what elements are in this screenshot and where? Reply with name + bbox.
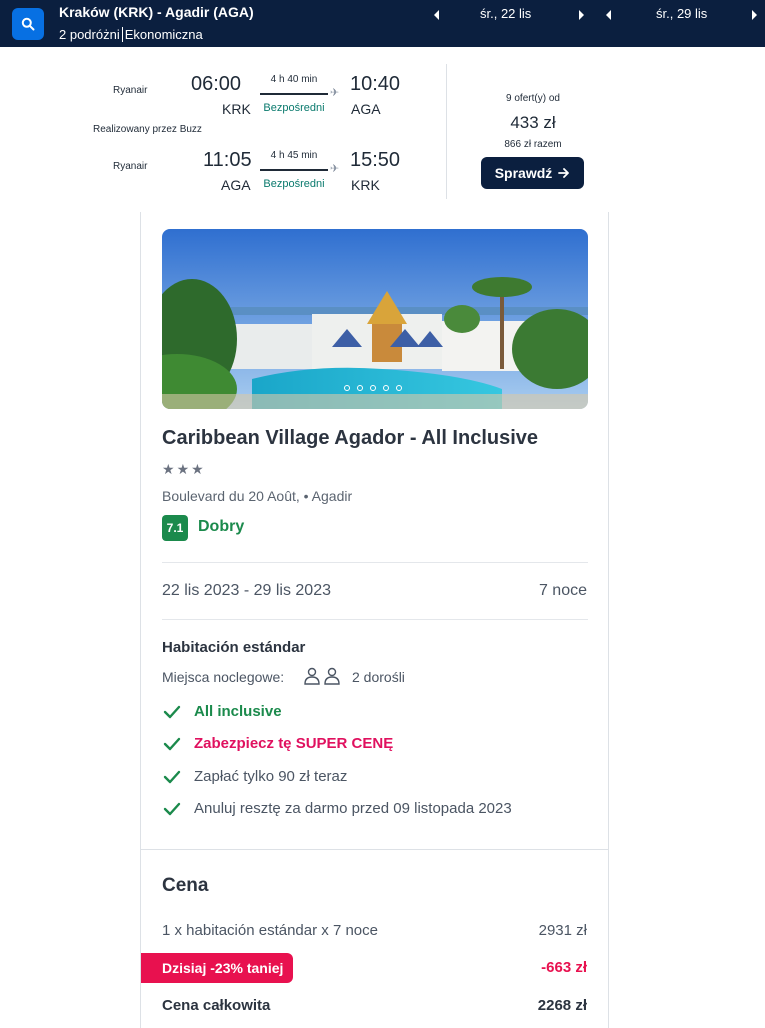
outbound-stops: Bezpośredni	[263, 102, 325, 114]
next-return-date-icon[interactable]	[749, 9, 759, 21]
feature-pay-now: Zapłać tylko 90 zł teraz	[162, 768, 347, 785]
inbound-departure-time: 11:05	[203, 149, 252, 171]
price-section-title: Cena	[162, 875, 209, 896]
stay-nights: 7 noce	[538, 582, 587, 599]
rating-badge: 7.1	[162, 515, 188, 541]
flight-total-price: 866 zł razem	[504, 139, 562, 150]
feature-label: Zapłać tylko 90 zł teraz	[194, 768, 348, 785]
price-line-value: 2931 zł	[538, 922, 587, 939]
hotel-photo-carousel[interactable]	[162, 229, 588, 409]
star-icon: ★	[162, 461, 177, 477]
inbound-stops: Bezpośredni	[263, 178, 325, 190]
carousel-dot[interactable]	[396, 385, 402, 391]
cabin-class: Ekonomiczna	[124, 27, 203, 42]
check-icon	[163, 705, 181, 718]
check-button-label: Sprawdź	[494, 165, 553, 181]
arrow-right-icon	[558, 168, 570, 178]
search-summary[interactable]: 2 podróżni Ekonomiczna	[59, 27, 203, 42]
offers-count: 9 ofert(y) od	[506, 93, 560, 104]
search-icon	[21, 17, 35, 31]
carousel-dot[interactable]	[344, 385, 350, 391]
feature-label: Anuluj resztę za darmo przed 09 listopad…	[194, 800, 512, 817]
feature-super-price: Zabezpiecz tę SUPER CENĘ	[162, 735, 393, 752]
carousel-dot[interactable]	[357, 385, 363, 391]
travellers-count: 2 podróżni	[59, 27, 120, 42]
divider	[141, 849, 608, 850]
search-button[interactable]	[12, 8, 44, 40]
total-price-value: 2268 zł	[537, 997, 587, 1014]
check-icon	[163, 737, 181, 750]
price-line-label: 1 x habitación estándar x 7 noce	[162, 922, 378, 939]
inbound-duration: 4 h 45 min	[270, 150, 318, 161]
hotel-address: Boulevard du 20 Août, • Agadir	[162, 488, 353, 504]
outbound-airline: Ryanair	[113, 85, 148, 96]
flight-result-card[interactable]: Ryanair 06:00 KRK 4 h 40 min ✈ Bezpośred…	[0, 47, 765, 212]
rating-label: Dobry	[198, 518, 245, 535]
prev-depart-date-icon[interactable]	[432, 9, 442, 21]
stay-dates: 22 lis 2023 - 29 lis 2023	[162, 582, 331, 599]
route-title[interactable]: Kraków (KRK) - Agadir (AGA)	[59, 4, 254, 20]
carousel-dots	[344, 385, 402, 391]
feature-free-cancel: Anuluj resztę za darmo przed 09 listopad…	[162, 800, 512, 817]
check-icon	[163, 802, 181, 815]
divider	[162, 562, 588, 563]
divider	[121, 27, 123, 42]
operated-by-note: Realizowany przez Buzz	[93, 124, 202, 135]
feature-label: All inclusive	[194, 703, 282, 720]
outbound-arrival-airport: AGA	[351, 101, 381, 117]
occupancy-label: Miejsca noclegowe:	[162, 669, 285, 685]
divider	[446, 64, 447, 199]
room-type: Habitación estándar	[162, 639, 306, 656]
hotel-stars: ★★★	[162, 461, 206, 478]
hotel-photo	[162, 229, 588, 409]
star-icon: ★	[176, 461, 192, 477]
plane-icon: ✈	[330, 163, 340, 175]
inbound-route-line	[260, 169, 328, 171]
occupancy-icons	[303, 667, 341, 685]
inbound-departure-airport: AGA	[221, 177, 251, 193]
carousel-dot[interactable]	[383, 385, 389, 391]
flight-price: 433 zł	[510, 113, 556, 132]
check-icon	[163, 770, 181, 783]
prev-return-date-icon[interactable]	[604, 9, 614, 21]
promo-badge: Dzisiaj -23% taniej	[141, 953, 294, 983]
star-icon: ★	[191, 461, 206, 477]
hotel-name[interactable]: Caribbean Village Agador - All Inclusive	[162, 427, 538, 450]
divider	[162, 619, 588, 620]
discount-value: -663 zł	[541, 959, 587, 976]
outbound-departure-airport: KRK	[222, 101, 251, 117]
outbound-arrival-time: 10:40	[350, 73, 401, 95]
check-button[interactable]: Sprawdź	[481, 157, 584, 189]
total-price-label: Cena całkowita	[162, 997, 271, 1014]
depart-date[interactable]: śr., 22 lis	[480, 6, 531, 21]
search-header: Kraków (KRK) - Agadir (AGA) 2 podróżni Ek…	[0, 0, 765, 47]
feature-all-inclusive: All inclusive	[162, 703, 282, 720]
return-date[interactable]: śr., 29 lis	[656, 6, 707, 21]
occupancy-value: 2 dorośli	[352, 669, 405, 685]
inbound-arrival-airport: KRK	[351, 177, 380, 193]
plane-icon: ✈	[330, 87, 340, 99]
next-depart-date-icon[interactable]	[576, 9, 586, 21]
outbound-departure-time: 06:00	[191, 73, 242, 95]
person-icon	[324, 667, 340, 685]
outbound-duration: 4 h 40 min	[270, 74, 318, 85]
person-icon	[304, 667, 320, 685]
carousel-dot[interactable]	[370, 385, 376, 391]
outbound-route-line	[260, 93, 328, 95]
hotel-card[interactable]: Caribbean Village Agador - All Inclusive…	[140, 212, 609, 1028]
inbound-arrival-time: 15:50	[350, 149, 401, 171]
inbound-airline: Ryanair	[113, 161, 148, 172]
feature-label: Zabezpiecz tę SUPER CENĘ	[194, 735, 394, 752]
